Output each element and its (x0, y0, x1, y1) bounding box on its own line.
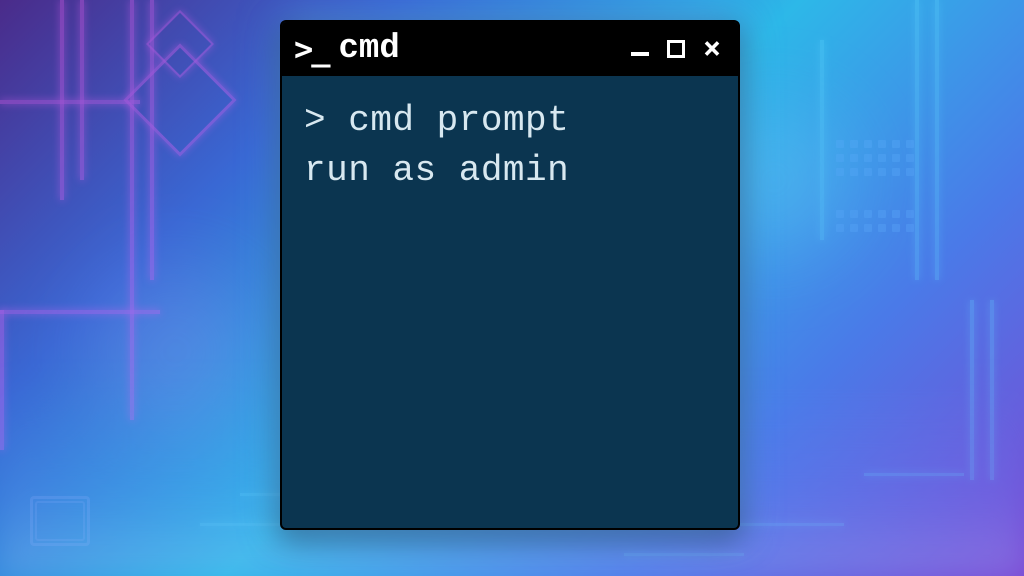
prompt-symbol: > (304, 100, 326, 141)
title-bar[interactable]: >_ cmd × (282, 22, 738, 76)
maximize-button[interactable] (662, 35, 690, 63)
minimize-icon (631, 52, 649, 56)
window-controls: × (626, 35, 726, 63)
terminal-icon: >_ (294, 30, 329, 68)
maximize-icon (667, 40, 685, 58)
close-icon: × (703, 34, 721, 64)
terminal-window: >_ cmd × > cmd prompt run as admin (280, 20, 740, 530)
command-text-line2: run as admin (304, 150, 569, 191)
minimize-button[interactable] (626, 35, 654, 63)
terminal-body[interactable]: > cmd prompt run as admin (282, 76, 738, 217)
window-title: cmd (339, 30, 400, 68)
title-bar-left: >_ cmd (294, 30, 400, 68)
command-text-line1: cmd prompt (348, 100, 569, 141)
close-button[interactable]: × (698, 35, 726, 63)
